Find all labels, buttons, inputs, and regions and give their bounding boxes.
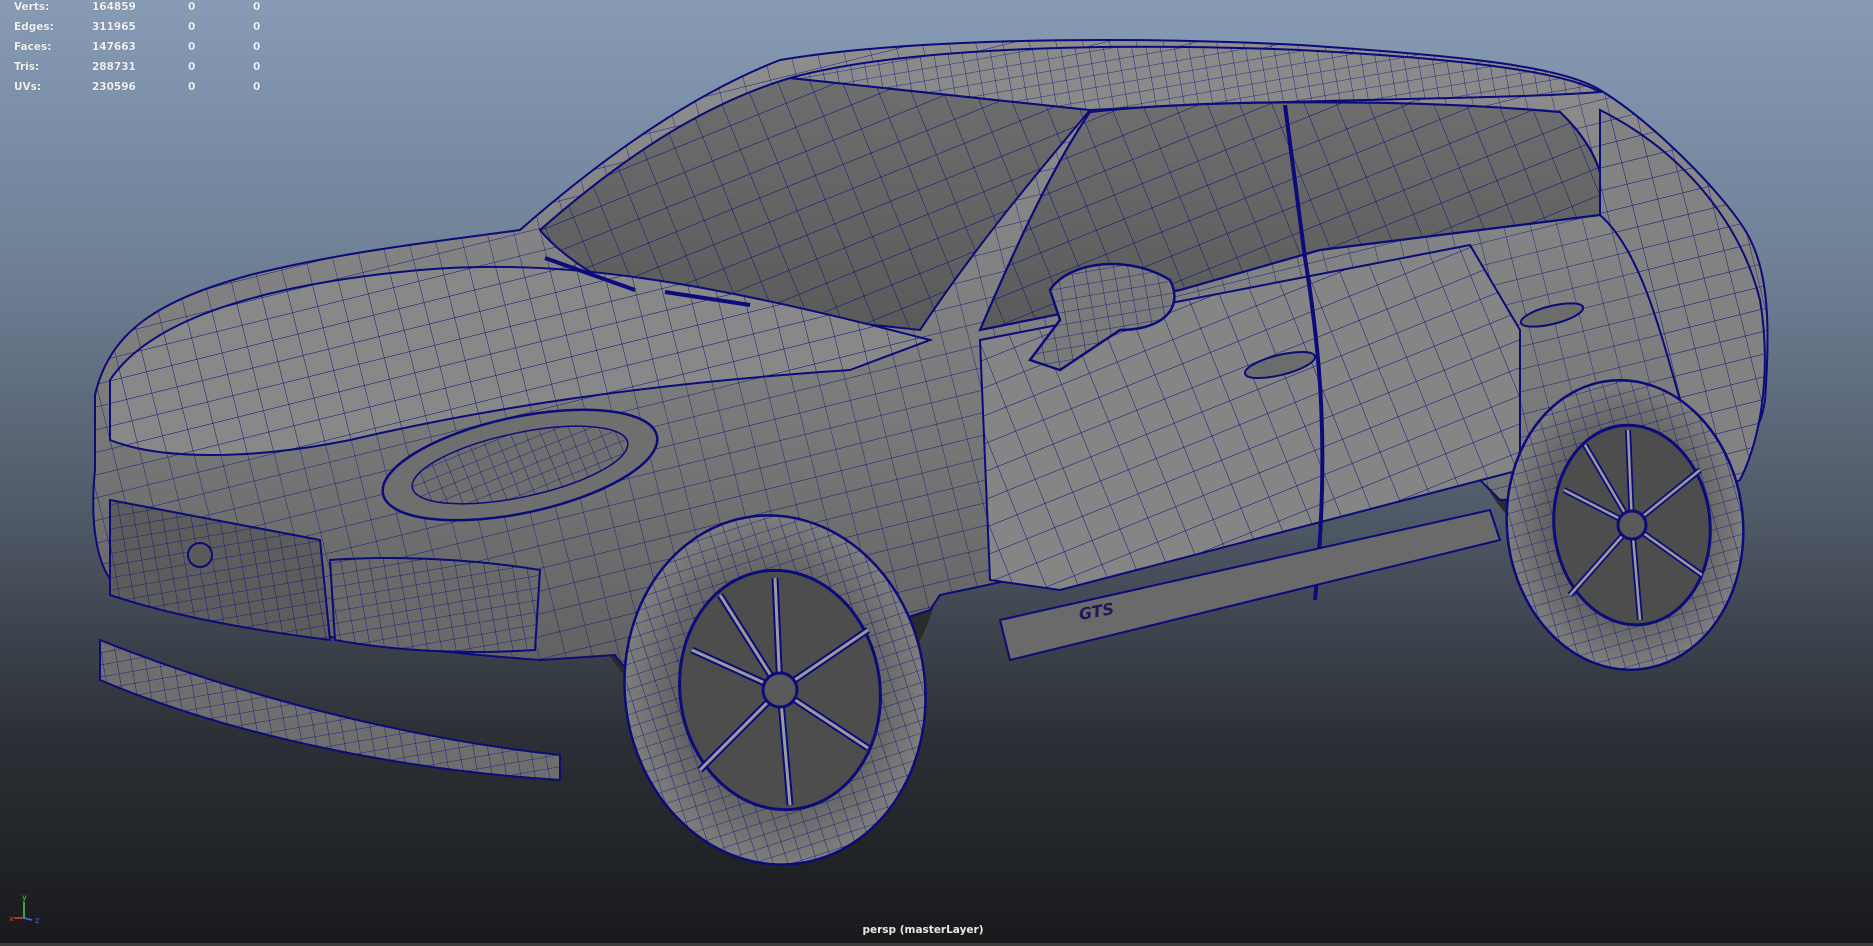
air-intake-wire — [330, 558, 540, 652]
viewport-3d[interactable]: Verts: 164859 0 0 Edges: 311965 0 0 Face… — [0, 0, 1873, 946]
view-axis-gizmo: y x z — [9, 893, 39, 925]
front-hub — [761, 671, 799, 709]
z-axis-line — [23, 917, 33, 921]
y-axis-label: y — [22, 893, 27, 902]
car-wireframe-model[interactable]: GTS — [0, 0, 1873, 946]
camera-name-label: persp (masterLayer) — [862, 924, 984, 936]
front-badge — [187, 542, 213, 568]
rear-hub — [1616, 509, 1648, 541]
front-splitter-wire — [100, 640, 560, 780]
x-axis-label: x — [9, 914, 14, 923]
